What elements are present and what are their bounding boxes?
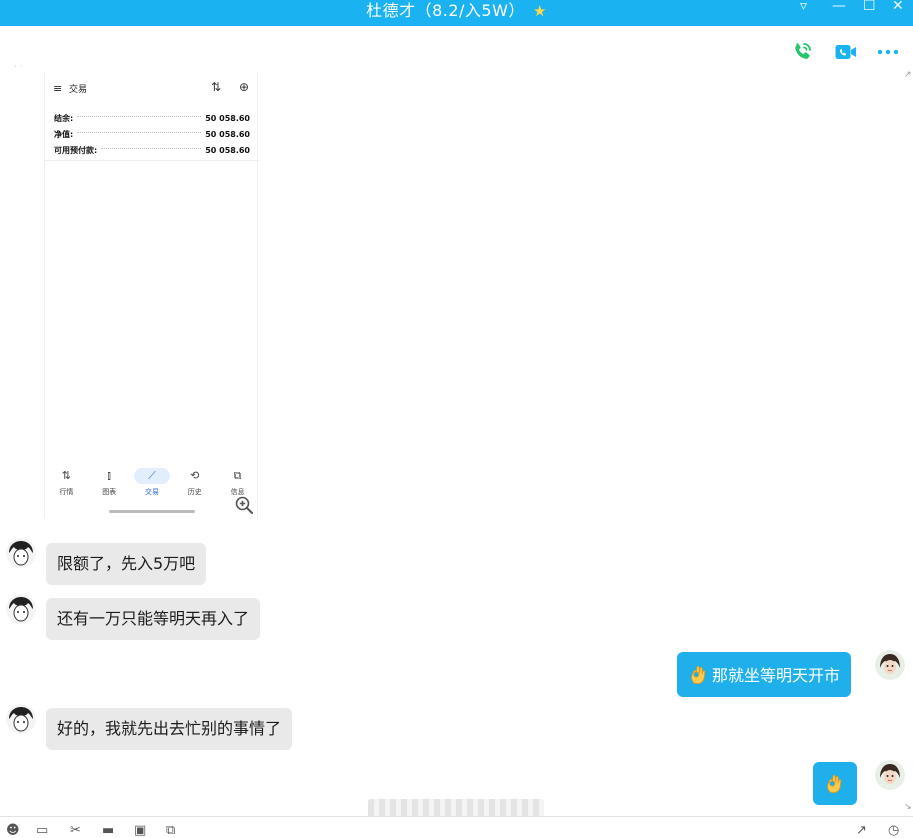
nav-label: 交易 <box>144 488 159 496</box>
row-label: 结余: <box>54 113 74 123</box>
title-bar: 杜德才（8.2/入5W） ★ ▿ — ☐ ✕ <box>0 0 913 26</box>
nav-item-quotes: ⇅ 行情 <box>48 468 84 497</box>
zoom-in-icon[interactable] <box>235 496 253 514</box>
row-value: 50 058.60 <box>205 129 250 139</box>
message-bubble-incoming[interactable]: 还有一万只能等明天再入了 <box>46 598 261 640</box>
screen-share-icon[interactable]: ⧉ <box>166 824 175 837</box>
video-call-icon[interactable] <box>834 40 858 64</box>
nav-item-trade: ⟋ 交易 <box>133 468 170 497</box>
nav-label: 图表 <box>102 488 117 496</box>
expand-corner-icon[interactable]: ↗ <box>904 70 912 80</box>
shared-screenshot-image[interactable]: ≡ 交易 ⇅ ⊕ 结余: 50 058.60 净值: 50 058.60 可用预付款… <box>44 72 259 518</box>
minimize-button[interactable]: — <box>832 0 846 14</box>
messages-icon: ⧉ <box>233 469 242 482</box>
contact-avatar[interactable] <box>6 538 36 568</box>
history-icon: ⟲ <box>190 469 200 482</box>
message-bubble-incoming[interactable]: 好的，我就先出去忙别的事情了 <box>46 708 293 750</box>
phone-call-icon[interactable] <box>790 40 814 64</box>
menu-icon: ≡ <box>53 82 63 95</box>
window-title: 杜德才（8.2/入5W） ★ <box>0 0 913 21</box>
message-bubble-outgoing[interactable]: 那就坐等明天开市 <box>677 652 852 697</box>
ok-hand-emoji-icon <box>691 665 706 685</box>
image-icon[interactable]: ▣ <box>134 824 146 837</box>
candlestick-icon: ⫾ <box>107 469 111 482</box>
nav-label: 历史 <box>187 488 202 496</box>
nav-item-messages: ⧉ 信息 <box>220 468 256 497</box>
header-actions: ⇅ ⊕ <box>211 80 249 94</box>
ok-hand-emoji-icon <box>827 774 842 794</box>
balance-row: 结余: 50 058.60 <box>54 110 250 126</box>
nav-label: 信息 <box>230 488 245 496</box>
divider <box>45 160 259 161</box>
row-value: 50 058.60 <box>205 145 250 155</box>
emoji-icon[interactable]: ☻ <box>6 824 20 837</box>
gif-icon[interactable]: ▭ <box>36 824 48 837</box>
row-value: 50 058.60 <box>205 113 250 123</box>
scroll-indicator: · · <box>14 62 23 72</box>
nav-item-chart: ⫾ 图表 <box>91 468 127 497</box>
input-toolbar: ☻ ▭ ✂ ▬ ▣ ⧉ ↗ ◷ <box>0 816 913 837</box>
expand-icon[interactable]: ↗ <box>856 824 867 837</box>
more-icon[interactable] <box>876 40 900 64</box>
my-avatar[interactable] <box>875 760 905 790</box>
message-bubble-incoming[interactable]: 限额了，先入5万吧 <box>46 543 207 585</box>
trade-icon: ⟋ <box>133 468 170 484</box>
app-bottom-nav: ⇅ 行情 ⫾ 图表 ⟋ 交易 ⟲ 历史 ⧉ 信息 <box>45 468 259 497</box>
star-icon[interactable]: ★ <box>533 2 547 20</box>
sort-icon: ⇅ <box>211 80 222 94</box>
contact-avatar[interactable] <box>6 704 36 734</box>
row-label: 净值: <box>54 129 74 139</box>
quotes-icon: ⇅ <box>61 469 71 482</box>
contact-name: 杜德才（8.2/入5W） <box>366 1 525 20</box>
home-indicator <box>109 510 195 513</box>
nav-item-history: ⟲ 历史 <box>177 468 213 497</box>
collapse-corner-icon[interactable]: ↘ <box>904 802 912 812</box>
history-clock-icon[interactable]: ◷ <box>888 824 899 837</box>
message-text: 那就坐等明天开市 <box>712 666 841 685</box>
contact-avatar[interactable] <box>6 594 36 624</box>
folder-icon[interactable]: ▬ <box>102 824 114 837</box>
row-label: 可用预付款: <box>54 145 98 155</box>
new-order-icon: ⊕ <box>238 80 249 94</box>
scissors-icon[interactable]: ✂ <box>70 824 81 837</box>
nav-label: 行情 <box>59 488 74 496</box>
close-button[interactable]: ✕ <box>892 0 904 14</box>
equity-row: 净值: 50 058.60 <box>54 126 250 142</box>
my-avatar[interactable] <box>875 650 905 680</box>
app-header-title: 交易 <box>69 85 88 95</box>
free-margin-row: 可用预付款: 50 058.60 <box>54 142 250 158</box>
app-header: ≡ 交易 <box>53 82 87 95</box>
account-summary: 结余: 50 058.60 净值: 50 058.60 可用预付款: 50 058.6… <box>54 110 250 158</box>
message-bubble-outgoing[interactable] <box>813 762 857 805</box>
dropdown-icon[interactable]: ▿ <box>800 0 807 14</box>
maximize-button[interactable]: ☐ <box>863 0 876 14</box>
